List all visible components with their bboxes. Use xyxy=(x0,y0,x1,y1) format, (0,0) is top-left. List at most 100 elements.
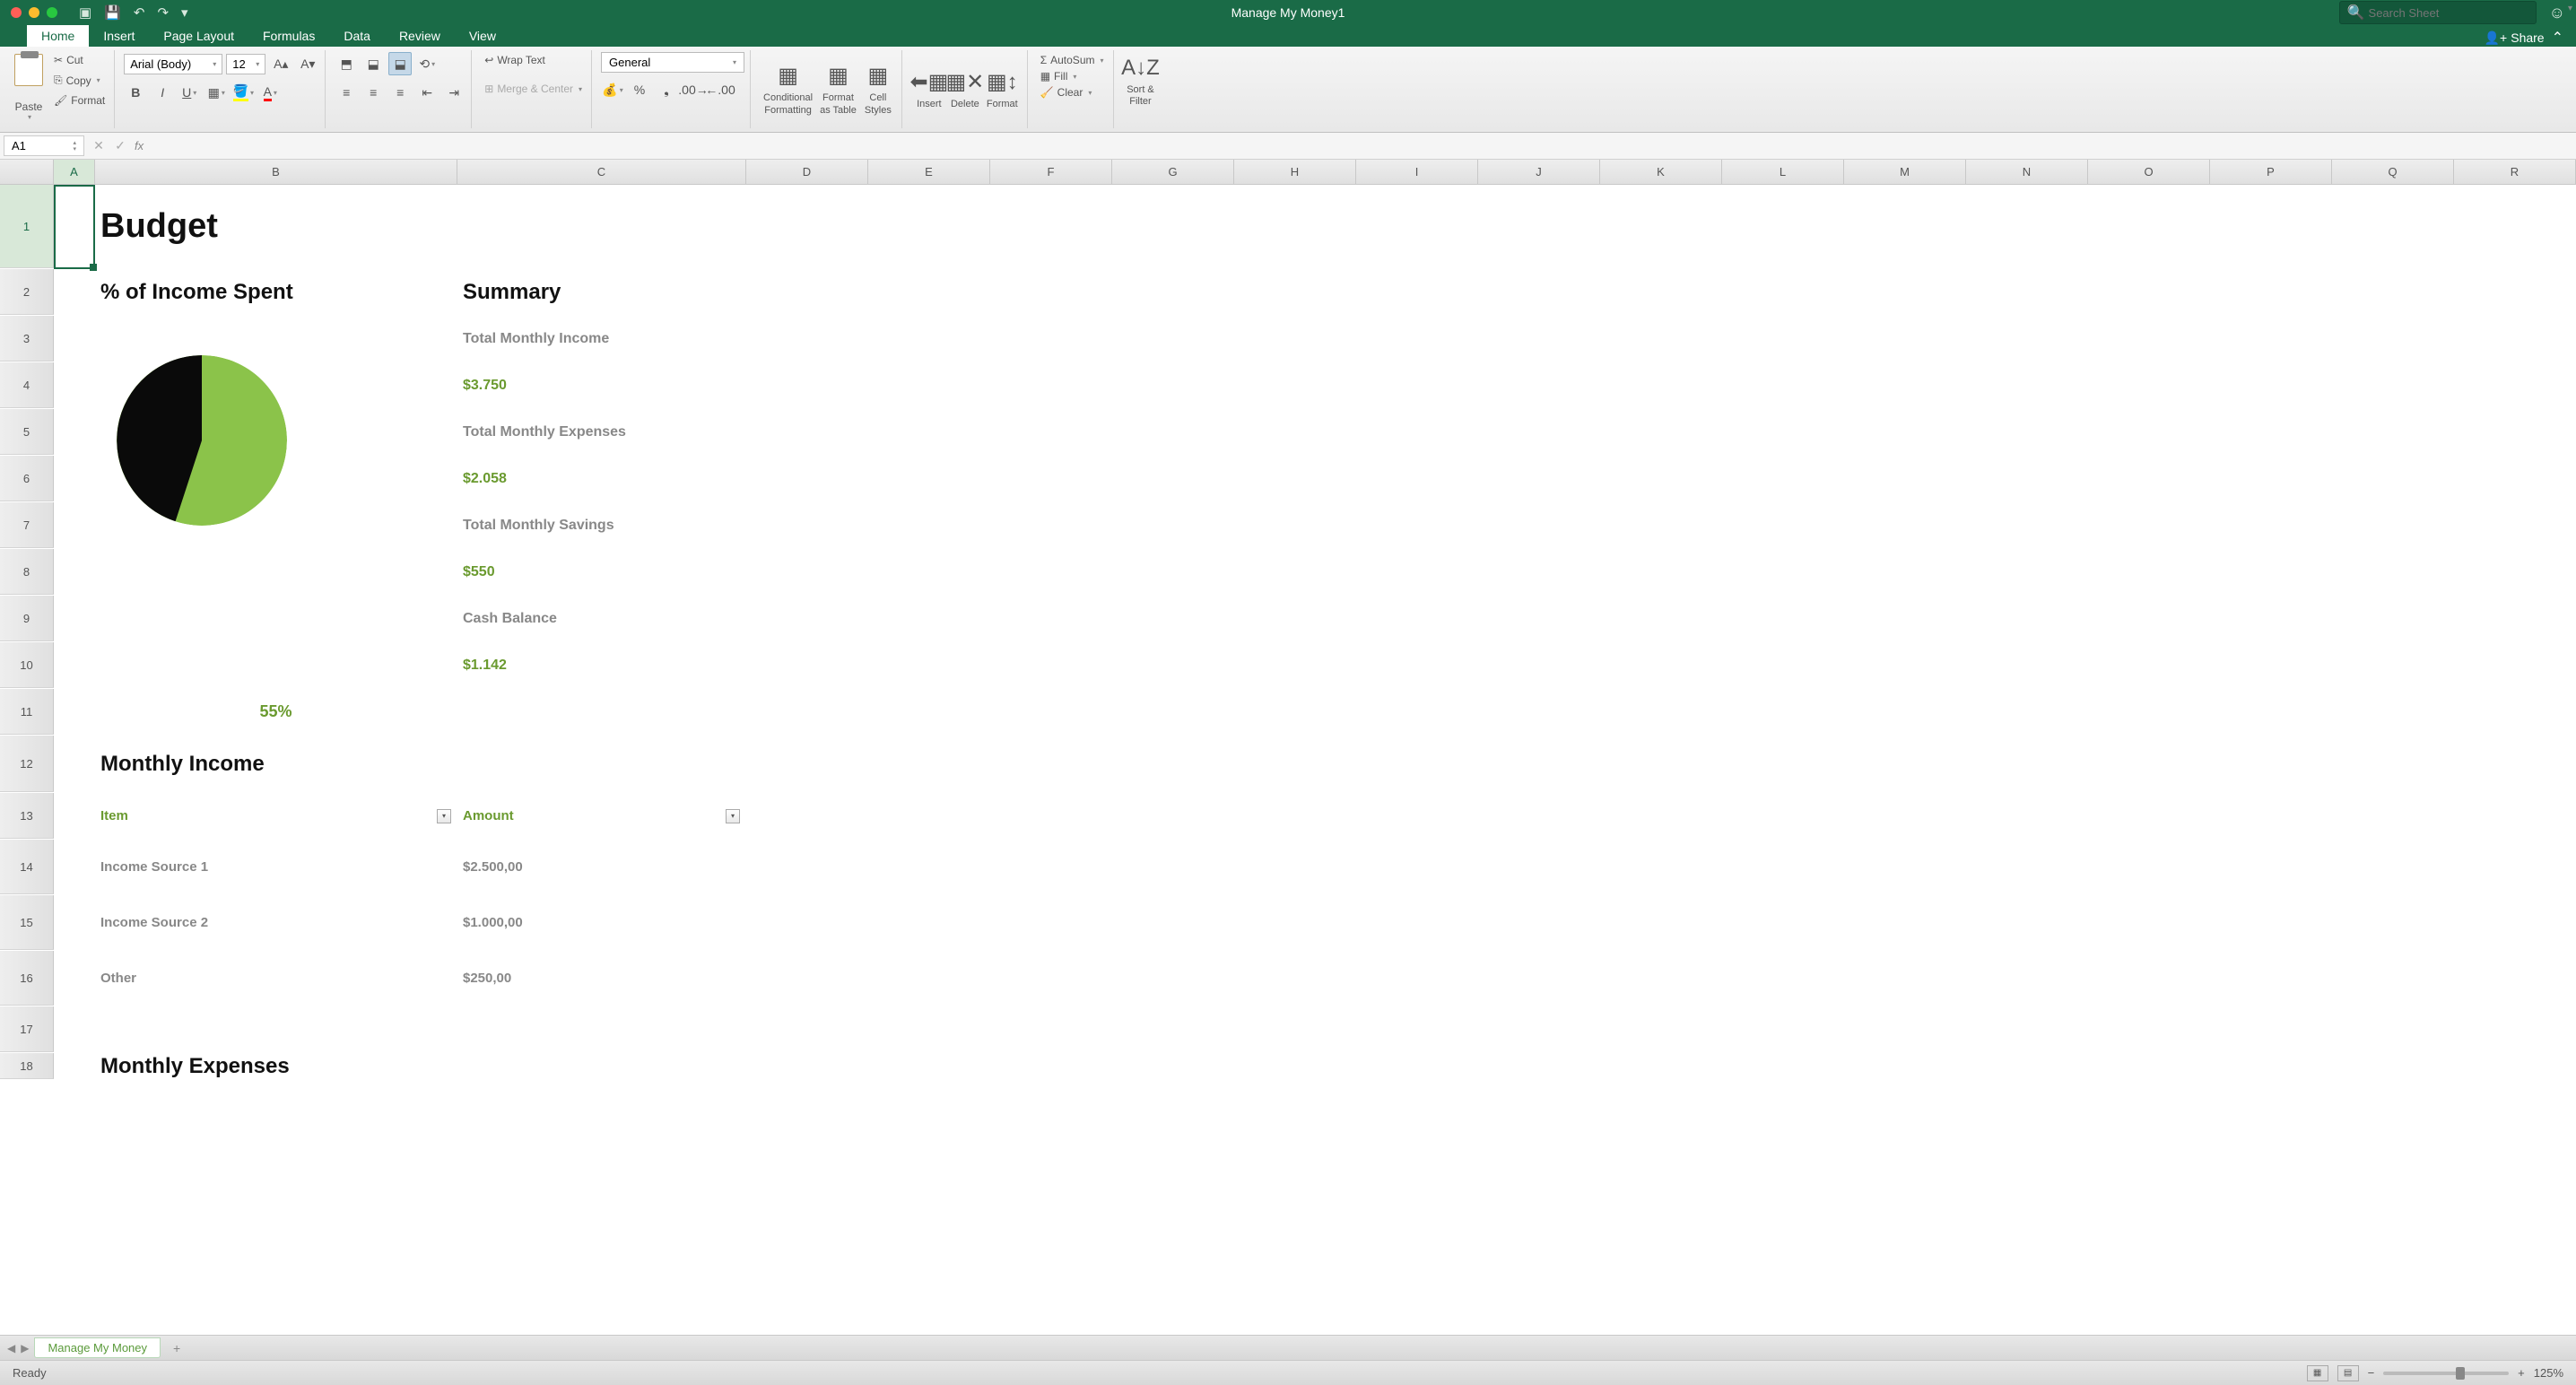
cell-D7[interactable] xyxy=(746,502,868,548)
column-header-E[interactable]: E xyxy=(868,160,990,184)
cell-B9[interactable] xyxy=(95,596,457,641)
cell-P18[interactable] xyxy=(2210,1053,2332,1079)
normal-view-button[interactable]: ▦ xyxy=(2307,1365,2328,1381)
font-size-select[interactable]: 12▾ xyxy=(226,54,265,74)
cell-J9[interactable] xyxy=(1478,596,1600,641)
paste-button[interactable]: Paste ▾ xyxy=(11,52,47,123)
cell-G15[interactable] xyxy=(1112,895,1234,950)
tab-insert[interactable]: Insert xyxy=(89,25,149,47)
copy-button[interactable]: ⎘Copy▾ xyxy=(50,72,109,89)
format-cells-button[interactable]: ▦↕Format xyxy=(983,66,1022,112)
cell-G12[interactable] xyxy=(1112,736,1234,792)
align-right-button[interactable]: ≡ xyxy=(388,81,412,104)
cell-G7[interactable] xyxy=(1112,502,1234,548)
cell-C2[interactable]: Summary xyxy=(457,269,746,315)
cell-D10[interactable] xyxy=(746,642,868,688)
cell-J11[interactable] xyxy=(1478,689,1600,735)
cell-L5[interactable] xyxy=(1722,409,1844,455)
cell-F1[interactable] xyxy=(990,185,1112,268)
cell-L9[interactable] xyxy=(1722,596,1844,641)
sidebar-toggle-icon[interactable]: ▣ xyxy=(79,4,91,21)
cell-P8[interactable] xyxy=(2210,549,2332,595)
cell-G5[interactable] xyxy=(1112,409,1234,455)
cell-F3[interactable] xyxy=(990,316,1112,361)
cell-C14[interactable]: $2.500,00 xyxy=(457,840,746,894)
align-bottom-button[interactable]: ⬓ xyxy=(388,52,412,75)
cell-M5[interactable] xyxy=(1844,409,1966,455)
cell-L10[interactable] xyxy=(1722,642,1844,688)
cell-C6[interactable]: $2.058 xyxy=(457,456,746,501)
cell-F7[interactable] xyxy=(990,502,1112,548)
cell-R10[interactable] xyxy=(2454,642,2576,688)
cell-M1[interactable] xyxy=(1844,185,1966,268)
cell-M8[interactable] xyxy=(1844,549,1966,595)
row-header-5[interactable]: 5 xyxy=(0,409,54,455)
autosum-button[interactable]: ΣAutoSum▾ xyxy=(1037,52,1108,68)
column-header-G[interactable]: G xyxy=(1112,160,1234,184)
cell-B10[interactable] xyxy=(95,642,457,688)
cell-M7[interactable] xyxy=(1844,502,1966,548)
cell-M11[interactable] xyxy=(1844,689,1966,735)
column-header-L[interactable]: L xyxy=(1722,160,1844,184)
cell-C3[interactable]: Total Monthly Income xyxy=(457,316,746,361)
cell-M15[interactable] xyxy=(1844,895,1966,950)
cell-O3[interactable] xyxy=(2088,316,2210,361)
cell-C15[interactable]: $1.000,00 xyxy=(457,895,746,950)
number-format-select[interactable]: General▾ xyxy=(601,52,744,73)
cell-B18[interactable]: Monthly Expenses xyxy=(95,1053,457,1079)
cell-R8[interactable] xyxy=(2454,549,2576,595)
insert-cells-button[interactable]: ⬅▦Insert xyxy=(911,66,947,112)
cell-C10[interactable]: $1.142 xyxy=(457,642,746,688)
increase-indent-button[interactable]: ⇥ xyxy=(442,81,466,104)
cell-P13[interactable] xyxy=(2210,793,2332,839)
cell-A14[interactable] xyxy=(54,840,95,894)
cell-G8[interactable] xyxy=(1112,549,1234,595)
cell-E16[interactable] xyxy=(868,951,990,1006)
cell-C11[interactable] xyxy=(457,689,746,735)
bold-button[interactable]: B xyxy=(124,81,147,104)
cell-F2[interactable] xyxy=(990,269,1112,315)
undo-icon[interactable]: ↶ xyxy=(134,4,145,21)
cell-P17[interactable] xyxy=(2210,1006,2332,1052)
qat-dropdown-icon[interactable]: ▾ xyxy=(181,4,188,21)
cell-P14[interactable] xyxy=(2210,840,2332,894)
cell-K3[interactable] xyxy=(1600,316,1722,361)
cell-I18[interactable] xyxy=(1356,1053,1478,1079)
column-header-B[interactable]: B xyxy=(95,160,457,184)
cell-K15[interactable] xyxy=(1600,895,1722,950)
merge-center-button[interactable]: ⊞Merge & Center▾ xyxy=(481,81,586,97)
cell-L11[interactable] xyxy=(1722,689,1844,735)
cell-A7[interactable] xyxy=(54,502,95,548)
cell-K5[interactable] xyxy=(1600,409,1722,455)
column-header-Q[interactable]: Q xyxy=(2332,160,2454,184)
cell-N6[interactable] xyxy=(1966,456,2088,501)
cell-Q17[interactable] xyxy=(2332,1006,2454,1052)
cell-E1[interactable] xyxy=(868,185,990,268)
cell-A8[interactable] xyxy=(54,549,95,595)
filter-dropdown-icon[interactable]: ▾ xyxy=(437,809,451,823)
cell-J10[interactable] xyxy=(1478,642,1600,688)
cell-M17[interactable] xyxy=(1844,1006,1966,1052)
cell-N8[interactable] xyxy=(1966,549,2088,595)
cell-Q14[interactable] xyxy=(2332,840,2454,894)
row-header-3[interactable]: 3 xyxy=(0,316,54,361)
cell-O11[interactable] xyxy=(2088,689,2210,735)
cell-E13[interactable] xyxy=(868,793,990,839)
cell-O17[interactable] xyxy=(2088,1006,2210,1052)
cell-A18[interactable] xyxy=(54,1053,95,1079)
row-header-14[interactable]: 14 xyxy=(0,840,54,894)
column-header-F[interactable]: F xyxy=(990,160,1112,184)
zoom-level[interactable]: 125% xyxy=(2534,1366,2563,1380)
cell-O16[interactable] xyxy=(2088,951,2210,1006)
cell-I17[interactable] xyxy=(1356,1006,1478,1052)
cell-D15[interactable] xyxy=(746,895,868,950)
close-window-button[interactable] xyxy=(11,7,22,18)
cell-J15[interactable] xyxy=(1478,895,1600,950)
cell-M14[interactable] xyxy=(1844,840,1966,894)
cell-L8[interactable] xyxy=(1722,549,1844,595)
cell-P6[interactable] xyxy=(2210,456,2332,501)
cell-K8[interactable] xyxy=(1600,549,1722,595)
cell-M9[interactable] xyxy=(1844,596,1966,641)
cell-E17[interactable] xyxy=(868,1006,990,1052)
cell-L2[interactable] xyxy=(1722,269,1844,315)
